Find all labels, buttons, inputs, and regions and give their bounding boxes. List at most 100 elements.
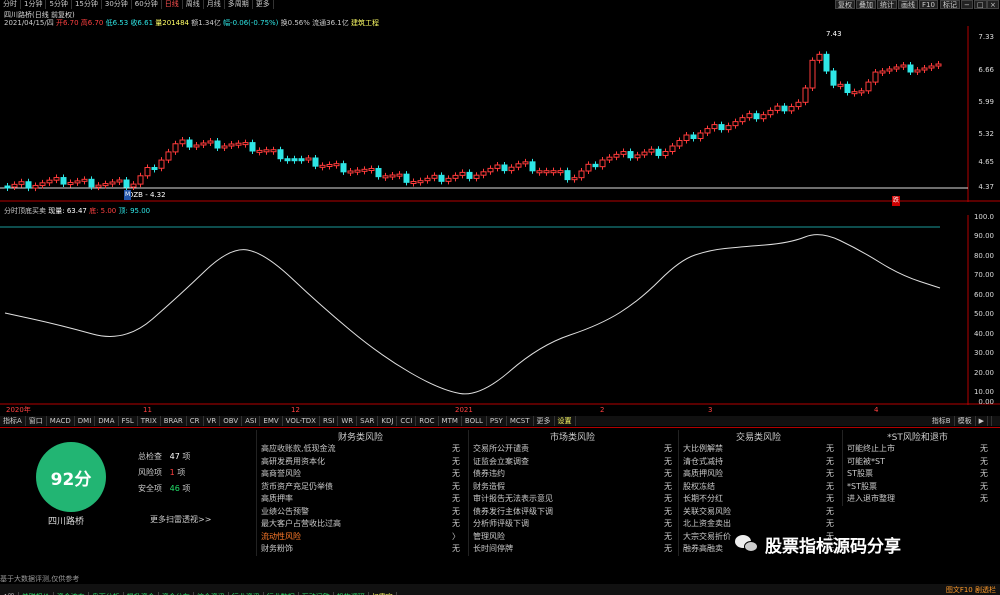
candle-body <box>634 154 641 159</box>
risk-item[interactable]: 进入退市整理 无 <box>843 493 992 506</box>
indicator-tab[interactable]: VOL-TDX <box>283 416 320 426</box>
tab-1min[interactable]: 1分钟 <box>21 0 47 9</box>
risk-item[interactable]: 清仓式减持 无 <box>679 456 838 469</box>
candle-body <box>907 64 914 73</box>
risk-item[interactable]: ST股票 无 <box>843 468 992 481</box>
candle-body <box>116 179 123 183</box>
tab-5min[interactable]: 5分钟 <box>46 0 72 9</box>
risk-item[interactable]: 高应收账款,低现金流 无 <box>257 443 464 456</box>
risk-item[interactable]: *ST股票 无 <box>843 481 992 494</box>
risk-item[interactable]: 货币资产充足仍举债 无 <box>257 481 464 494</box>
tab-30min[interactable]: 30分钟 <box>102 0 132 9</box>
risk-item[interactable]: 最大客户占营收比过高 无 <box>257 518 464 531</box>
risk-item[interactable]: 北上资金卖出 无 <box>679 518 838 531</box>
risk-item[interactable]: 股权冻结 无 <box>679 481 838 494</box>
indicator-tab[interactable]: BOLL <box>462 416 487 426</box>
tab-month[interactable]: 月线 <box>204 0 225 9</box>
more-scan-link[interactable]: 更多扫雷透视>> <box>150 514 211 525</box>
indicator-tab[interactable]: RSI <box>320 416 339 426</box>
risk-item[interactable]: 高质押风险 无 <box>679 468 838 481</box>
minimize-button[interactable]: − <box>961 0 973 9</box>
risk-item[interactable]: 交易所公开谴责 无 <box>469 443 676 456</box>
indicator-tab[interactable]: WR <box>338 416 358 426</box>
risk-item[interactable]: 高质押率 无 <box>257 493 464 506</box>
indicator-tab[interactable]: OBV <box>220 416 243 426</box>
risk-item[interactable]: 长期不分红 无 <box>679 493 838 506</box>
indicator-tab[interactable]: 更多 <box>534 416 555 426</box>
risk-item[interactable]: 可能被*ST 无 <box>843 456 992 469</box>
f10-button[interactable]: F10 <box>919 0 938 9</box>
indicator-chart[interactable] <box>0 215 1000 405</box>
tab-60min[interactable]: 60分钟 <box>132 0 162 9</box>
indicator-tab[interactable]: FSL <box>119 416 138 426</box>
maximize-button[interactable]: □ <box>974 0 987 9</box>
indicator-tab[interactable]: MACD <box>47 416 75 426</box>
indicator-tab[interactable]: PSY <box>487 416 507 426</box>
overlay-button[interactable]: 叠加 <box>856 0 876 9</box>
risk-item[interactable]: 可能终止上市 无 <box>843 443 992 456</box>
indicator-tab[interactable]: MCST <box>507 416 534 426</box>
indicator-tab[interactable]: DMA <box>95 416 119 426</box>
risk-item[interactable]: 管理风险 无 <box>469 531 676 544</box>
indicator-tab[interactable]: 窗口 <box>26 416 47 426</box>
risk-item[interactable]: 流动性风险 〉 <box>257 531 464 544</box>
indicator-tab[interactable]: DMI <box>75 416 96 426</box>
candle-body <box>242 142 249 146</box>
risk-item[interactable]: 业绩公告预警 无 <box>257 506 464 519</box>
risk-item[interactable]: 分析师评级下调 无 <box>469 518 676 531</box>
indicator-tab[interactable]: TRIX <box>138 416 161 426</box>
indicator-tab[interactable]: 指标A <box>0 416 26 426</box>
indicator-tab[interactable]: EMV <box>260 416 283 426</box>
risk-item[interactable]: 高研发费用资本化 无 <box>257 456 464 469</box>
tab-day[interactable]: 日线 <box>162 0 183 9</box>
risk-item[interactable]: 证监会立案调查 无 <box>469 456 676 469</box>
risk-item[interactable]: 关联交易风险 无 <box>679 506 838 519</box>
risk-item-status: 无 <box>980 469 988 478</box>
indicator-tab[interactable]: VR <box>204 416 221 426</box>
risk-item[interactable]: 审计报告无法表示意见 无 <box>469 493 676 506</box>
draw-button[interactable]: 画线 <box>898 0 918 9</box>
mark-button[interactable]: 标记 <box>940 0 960 9</box>
bottom-right-label[interactable]: 图文F10 剧透栏 <box>946 585 996 595</box>
risk-item[interactable]: 高商誉风险 无 <box>257 468 464 481</box>
indicator-tab-right[interactable]: 模板 <box>955 416 976 426</box>
tab-multi[interactable]: 多周期 <box>225 0 253 9</box>
risk-item[interactable]: 财务粉饰 无 <box>257 543 464 556</box>
risk-item[interactable]: 长时间停牌 无 <box>469 543 676 556</box>
close-button[interactable]: × <box>987 0 999 9</box>
risk-item[interactable]: 债券发行主体评级下调 无 <box>469 506 676 519</box>
indicator-tab[interactable]: MTM <box>439 416 462 426</box>
risk-item[interactable]: 财务造假 无 <box>469 481 676 494</box>
risk-item-status: 无 <box>664 506 672 516</box>
risk-item-status: 无 <box>452 456 460 466</box>
risk-item[interactable]: 债券违约 无 <box>469 468 676 481</box>
indicator-bottom: 底: 5.00 <box>89 207 117 215</box>
stats-button[interactable]: 统计 <box>877 0 897 9</box>
tab-15min[interactable]: 15分钟 <box>72 0 102 9</box>
tab-week[interactable]: 周线 <box>183 0 204 9</box>
indicator-tab[interactable]: KDJ <box>378 416 398 426</box>
indicator-top: 顶: 95.00 <box>118 207 151 215</box>
candle-body <box>837 83 844 87</box>
tab-fenshi[interactable]: 分时 <box>0 0 21 9</box>
restore-right-button[interactable]: 复权 <box>835 0 855 9</box>
indicator-tab-right[interactable]: 指标B <box>929 416 955 426</box>
indicator-tabs-right: 指标B 模板 ▶ <box>926 416 992 426</box>
indicator-name[interactable]: 分时顶底买卖 <box>4 207 46 215</box>
indicator-tab[interactable]: SAR <box>357 416 379 426</box>
indicator-tab[interactable]: ASI <box>242 416 261 426</box>
candle-body <box>193 144 200 148</box>
indicator-tab-right[interactable]: ▶ <box>976 416 988 426</box>
indicator-tab[interactable]: CCI <box>397 416 417 426</box>
mark-badge: M <box>124 190 132 200</box>
risk-item[interactable]: 大比例解禁 无 <box>679 443 838 456</box>
tab-more[interactable]: 更多 <box>253 0 274 9</box>
candle-body <box>375 168 382 178</box>
indicator-tab[interactable]: 设置 <box>555 416 576 426</box>
candle-body <box>172 143 179 153</box>
indicator-tab[interactable]: BRAR <box>161 416 187 426</box>
indicator-tab[interactable]: CR <box>187 416 204 426</box>
candlestick-chart[interactable] <box>0 26 1000 202</box>
risk-item-label: 业绩公告预警 <box>261 506 309 516</box>
indicator-tab[interactable]: ROC <box>416 416 439 426</box>
